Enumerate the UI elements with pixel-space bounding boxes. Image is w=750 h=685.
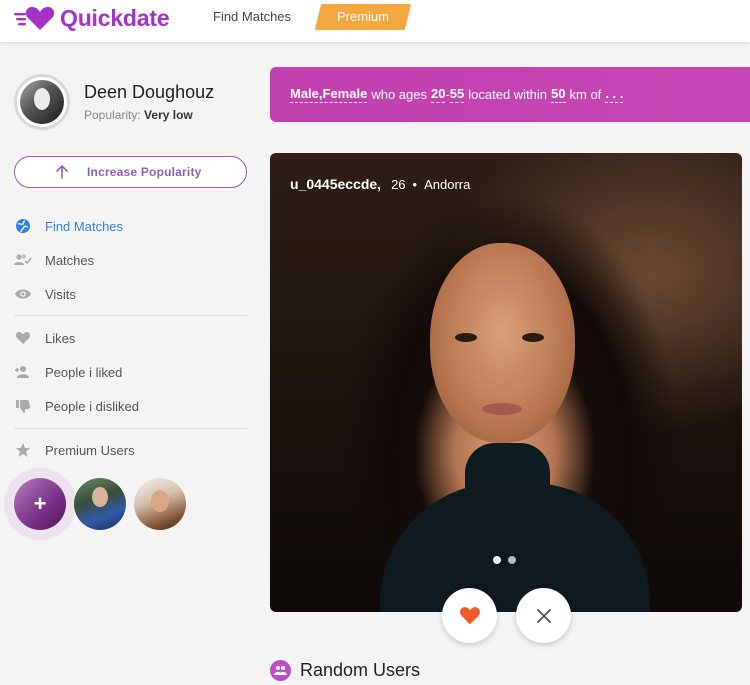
sidebar-divider (14, 428, 247, 429)
plus-icon: + (33, 491, 47, 516)
profile-avatar[interactable] (14, 74, 70, 130)
sidebar-item-likes[interactable]: Likes (14, 326, 247, 350)
add-premium-user-button[interactable]: + (14, 478, 66, 530)
popularity-label: Popularity: (84, 108, 141, 122)
sidebar-item-label: Visits (45, 286, 76, 302)
thumbs-down-icon (14, 397, 32, 415)
premium-user-avatar[interactable] (134, 478, 186, 530)
users-check-icon (14, 251, 32, 269)
sidebar-item-premium-users[interactable]: Premium Users (14, 438, 247, 462)
sidebar-item-people-liked[interactable]: People i liked (14, 360, 247, 384)
card-age: 26 (391, 176, 406, 192)
premium-user-avatar[interactable] (74, 478, 126, 530)
sidebar-item-label: Matches (45, 252, 95, 268)
sidebar-item-label: People i disliked (45, 398, 139, 414)
pager-dot[interactable] (508, 556, 516, 564)
profile-name[interactable]: Deen Doughouz (84, 82, 214, 103)
sidebar-item-label: Premium Users (45, 442, 135, 458)
sidebar-item-visits[interactable]: Visits (14, 282, 247, 306)
card-photo-lips (482, 403, 522, 415)
card-photo-eye (522, 333, 544, 342)
increase-popularity-button[interactable]: Increase Popularity (14, 156, 247, 188)
heart-logo-icon (14, 7, 54, 30)
arrow-up-icon (56, 165, 68, 179)
heart-icon (14, 329, 32, 347)
filter-text: who ages (371, 87, 427, 102)
card-country: Andorra (424, 176, 471, 192)
like-button[interactable] (442, 588, 497, 643)
top-navbar: Quickdate Find Matches Premium (0, 0, 750, 42)
filter-location[interactable]: . . . (605, 86, 624, 103)
filter-text: located within (468, 87, 548, 102)
sidebar-divider (14, 315, 247, 316)
sidebar-item-label: Find Matches (45, 218, 124, 234)
filter-text: km of (569, 87, 602, 102)
eye-icon (14, 285, 32, 303)
card-photo-sweater (380, 483, 650, 612)
random-users-title: Random Users (300, 660, 421, 680)
sidebar-item-label: Likes (45, 330, 76, 346)
premium-tab[interactable]: Premium (314, 4, 412, 30)
card-separator: • (412, 176, 418, 192)
globe-icon (14, 217, 32, 235)
popularity-status: Popularity: Very low (84, 108, 193, 122)
photo-pager (493, 556, 516, 564)
card-user-info: u_0445eccde, 26 • Andorra (290, 176, 470, 192)
logo-text: Quickdate (60, 4, 170, 31)
filter-age-max[interactable]: 55 (449, 86, 465, 103)
dislike-button[interactable] (516, 588, 571, 643)
sidebar-item-people-disliked[interactable]: People i disliked (14, 394, 247, 418)
popularity-value: Very low (144, 108, 193, 122)
avatar-photo (20, 80, 64, 124)
sidebar-item-label: People i liked (45, 364, 123, 380)
card-username[interactable]: u_0445eccde, (290, 176, 381, 192)
user-add-icon (14, 363, 32, 381)
random-users-icon (270, 660, 291, 681)
premium-tab-label: Premium (336, 9, 389, 24)
match-card[interactable]: u_0445eccde, 26 • Andorra (270, 153, 742, 612)
logo[interactable]: Quickdate (14, 3, 170, 33)
heart-icon (459, 607, 480, 625)
close-icon (536, 608, 551, 623)
sidebar-item-find-matches[interactable]: Find Matches (14, 214, 247, 238)
match-filter-bar: Male,Female who ages 20 - 55 located wit… (270, 67, 750, 122)
star-icon (14, 441, 32, 459)
filter-age-min[interactable]: 20 (430, 86, 446, 103)
sidebar-item-matches[interactable]: Matches (14, 248, 247, 272)
pager-dot-active[interactable] (493, 556, 501, 564)
card-photo-eye (455, 333, 477, 342)
filter-gender[interactable]: Male,Female (290, 86, 368, 103)
filter-distance[interactable]: 50 (551, 86, 566, 103)
increase-popularity-label: Increase Popularity (87, 165, 202, 179)
nav-find-matches[interactable]: Find Matches (213, 9, 291, 24)
